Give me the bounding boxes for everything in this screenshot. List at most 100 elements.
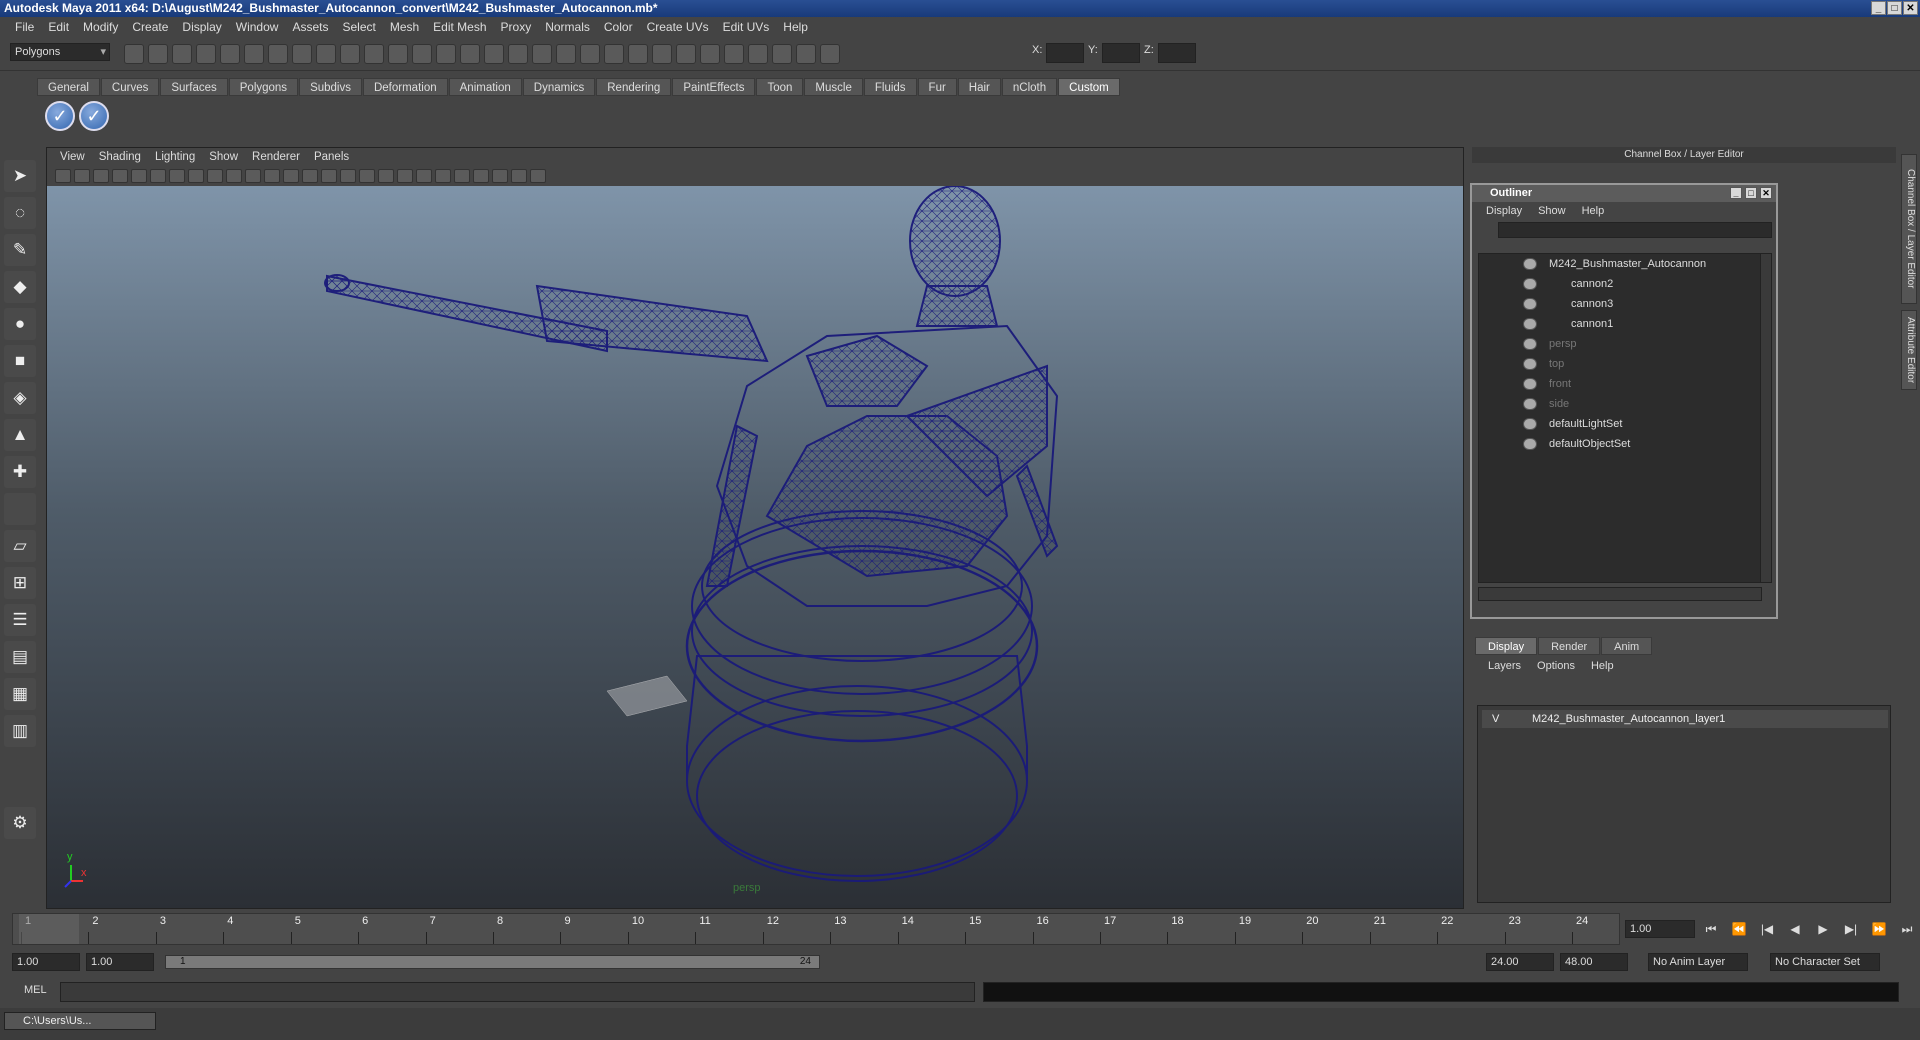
menu-create-uvs[interactable]: Create UVs <box>640 20 716 34</box>
select-tool-icon[interactable]: ➤ <box>4 160 36 192</box>
scale-tool-icon[interactable]: ■ <box>4 345 36 377</box>
playback-button[interactable]: ⏭ <box>1896 919 1918 939</box>
anim-layer-dropdown[interactable]: No Anim Layer <box>1648 953 1748 971</box>
shelf-tab-dynamics[interactable]: Dynamics <box>522 78 596 96</box>
viewport-menu-view[interactable]: View <box>53 151 92 163</box>
shelf-tab-fluids[interactable]: Fluids <box>863 78 917 96</box>
menu-window[interactable]: Window <box>229 20 286 34</box>
viewport-menu-lighting[interactable]: Lighting <box>148 151 202 163</box>
viewport-tool-icon[interactable] <box>55 169 71 183</box>
single-view-icon[interactable]: ▱ <box>4 530 36 562</box>
x-field[interactable] <box>1046 43 1084 63</box>
shelf-tab-deformation[interactable]: Deformation <box>362 78 448 96</box>
y-field[interactable] <box>1102 43 1140 63</box>
viewport-tool-icon[interactable] <box>264 169 280 183</box>
outliner-horizontal-scrollbar[interactable] <box>1478 587 1762 601</box>
menu-display[interactable]: Display <box>175 20 228 34</box>
toolbar-icon[interactable] <box>580 44 600 64</box>
layer-tab-render[interactable]: Render <box>1538 637 1601 655</box>
end-time-field[interactable]: 48.00 <box>1560 953 1628 971</box>
outliner-item[interactable]: top <box>1479 354 1761 374</box>
shelf-tab-toon[interactable]: Toon <box>756 78 804 96</box>
start-time-field[interactable]: 1.00 <box>12 953 80 971</box>
current-frame-field[interactable]: 1.00 <box>1625 920 1695 938</box>
outliner-close-button[interactable]: ✕ <box>1760 187 1772 199</box>
taskbar-item[interactable]: C:\Users\Us... <box>4 1012 156 1030</box>
playback-button[interactable]: ⏩ <box>1868 919 1890 939</box>
menu-help[interactable]: Help <box>776 20 815 34</box>
viewport-tool-icon[interactable] <box>511 169 527 183</box>
layer-menu-layers[interactable]: Layers <box>1480 660 1529 672</box>
layer-menu-help[interactable]: Help <box>1583 660 1622 672</box>
menu-normals[interactable]: Normals <box>538 20 597 34</box>
menu-mesh[interactable]: Mesh <box>383 20 426 34</box>
graph-persp-icon[interactable]: ▤ <box>4 641 36 673</box>
shelf-tab-fur[interactable]: Fur <box>917 78 957 96</box>
outliner-item[interactable]: defaultLightSet <box>1479 414 1761 434</box>
outliner-maximize-button[interactable]: □ <box>1745 187 1757 199</box>
viewport-tool-icon[interactable] <box>454 169 470 183</box>
viewport-tool-icon[interactable] <box>378 169 394 183</box>
last-tool-icon[interactable] <box>4 493 36 525</box>
viewport-menu-shading[interactable]: Shading <box>92 151 148 163</box>
outliner-vertical-scrollbar[interactable] <box>1760 253 1772 583</box>
menu-color[interactable]: Color <box>597 20 640 34</box>
manipulator-tool-icon[interactable]: ◈ <box>4 382 36 414</box>
menu-create[interactable]: Create <box>125 20 175 34</box>
toolbar-icon[interactable] <box>748 44 768 64</box>
check-icon[interactable]: ✓ <box>79 101 109 131</box>
outliner-item[interactable]: side <box>1479 394 1761 414</box>
toolbar-icon[interactable] <box>700 44 720 64</box>
outliner-item[interactable]: cannon1 <box>1479 314 1761 334</box>
toolbar-icon[interactable] <box>436 44 456 64</box>
outliner-persp-icon[interactable]: ☰ <box>4 604 36 636</box>
playback-button[interactable]: ▶ <box>1812 919 1834 939</box>
menu-select[interactable]: Select <box>335 20 382 34</box>
viewport-menu-show[interactable]: Show <box>202 151 245 163</box>
outliner-item[interactable]: cannon3 <box>1479 294 1761 314</box>
settings-icon[interactable]: ⚙ <box>4 807 36 839</box>
playback-start-field[interactable]: 1.00 <box>86 953 154 971</box>
toolbar-icon[interactable] <box>652 44 672 64</box>
shelf-tab-custom[interactable]: Custom <box>1058 78 1120 96</box>
shelf-tab-curves[interactable]: Curves <box>100 78 160 96</box>
viewport-tool-icon[interactable] <box>169 169 185 183</box>
side-tab-attribute-editor[interactable]: Attribute Editor <box>1901 310 1917 390</box>
shelf-tab-animation[interactable]: Animation <box>448 78 522 96</box>
outliner-item[interactable]: front <box>1479 374 1761 394</box>
shelf-tab-ncloth[interactable]: nCloth <box>1001 78 1058 96</box>
playback-button[interactable]: ▶| <box>1840 919 1862 939</box>
viewport-tool-icon[interactable] <box>188 169 204 183</box>
shelf-tab-polygons[interactable]: Polygons <box>228 78 299 96</box>
toolbar-icon[interactable] <box>604 44 624 64</box>
toolbar-icon[interactable] <box>460 44 480 64</box>
toolbar-icon[interactable] <box>532 44 552 64</box>
menu-modify[interactable]: Modify <box>76 20 125 34</box>
hypershade-persp-icon[interactable]: ▦ <box>4 678 36 710</box>
z-field[interactable] <box>1158 43 1196 63</box>
playback-button[interactable]: ⏮ <box>1700 919 1722 939</box>
layer-menu-options[interactable]: Options <box>1529 660 1583 672</box>
menu-edit[interactable]: Edit <box>41 20 76 34</box>
time-slider[interactable]: 123456789101112131415161718192021222324 <box>12 913 1620 945</box>
rotate-tool-icon[interactable]: ● <box>4 308 36 340</box>
toolbar-icon[interactable] <box>340 44 360 64</box>
layer-visibility-toggle[interactable]: V <box>1492 710 1499 728</box>
character-set-dropdown[interactable]: No Character Set <box>1770 953 1880 971</box>
toolbar-icon[interactable] <box>292 44 312 64</box>
playback-button[interactable]: ⏪ <box>1728 919 1750 939</box>
toolbar-icon[interactable] <box>364 44 384 64</box>
minimize-button[interactable]: _ <box>1871 1 1886 15</box>
side-tab-channel-box[interactable]: Channel Box / Layer Editor <box>1901 154 1917 304</box>
toolbar-icon[interactable] <box>796 44 816 64</box>
toolbar-icon[interactable] <box>628 44 648 64</box>
close-button[interactable]: ✕ <box>1903 1 1918 15</box>
toolbar-icon[interactable] <box>148 44 168 64</box>
viewport-tool-icon[interactable] <box>283 169 299 183</box>
layer-tab-anim[interactable]: Anim <box>1601 637 1653 655</box>
viewport-tool-icon[interactable] <box>74 169 90 183</box>
shelf-tab-general[interactable]: General <box>37 78 100 96</box>
toolbar-icon[interactable] <box>196 44 216 64</box>
layer-row[interactable]: V M242_Bushmaster_Autocannon_layer1 <box>1482 710 1888 728</box>
viewport-tool-icon[interactable] <box>340 169 356 183</box>
